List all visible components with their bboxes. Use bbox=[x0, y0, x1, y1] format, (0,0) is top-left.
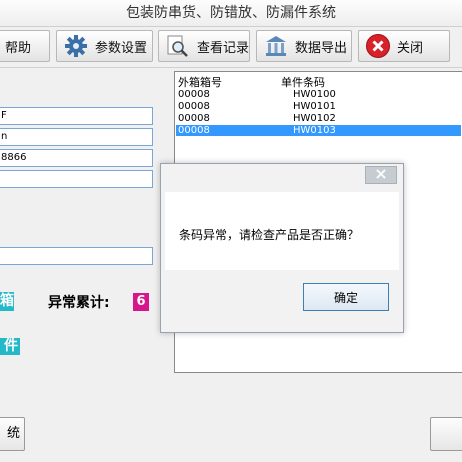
input-field-3[interactable]: 8866 bbox=[0, 149, 153, 167]
close-app-button[interactable]: 关闭 bbox=[358, 30, 450, 62]
input-field-3-value: 8866 bbox=[1, 152, 27, 163]
export-building-icon bbox=[263, 33, 289, 59]
close-app-button-label: 关闭 bbox=[397, 40, 424, 56]
box-count-badge: 箱 bbox=[0, 292, 14, 311]
box-count-badge-text: 箱 bbox=[0, 293, 14, 309]
view-records-button-label: 查看记录 bbox=[196, 40, 249, 56]
abnormal-count-badge: 6 bbox=[133, 293, 149, 311]
dialog-body: 条码异常，请检查产品是否正确？ bbox=[165, 192, 399, 270]
list-cell-outer: 00008 bbox=[178, 101, 210, 112]
column-header-outer-box: 外箱箱号 bbox=[178, 76, 222, 89]
toolbar: 帮助 参数设置 查看记录 数据导出 关闭 bbox=[0, 27, 462, 68]
list-cell-item: HW0101 bbox=[293, 101, 336, 112]
gear-icon bbox=[63, 33, 89, 59]
help-button[interactable]: 帮助 bbox=[0, 30, 50, 62]
list-cell-outer: 00008 bbox=[178, 89, 210, 100]
list-cell-item: HW0103 bbox=[293, 125, 336, 136]
window-title-bar: 包装防串货、防错放、防漏件系统 bbox=[0, 0, 462, 27]
settings-button-label: 参数设置 bbox=[95, 40, 148, 56]
close-circle-icon bbox=[365, 33, 391, 59]
dialog-ok-label: 确定 bbox=[333, 290, 358, 305]
bottom-left-button[interactable]: 统 bbox=[0, 417, 25, 451]
bottom-left-button-label: 统 bbox=[6, 426, 20, 441]
settings-button[interactable]: 参数设置 bbox=[56, 30, 153, 62]
list-cell-item: HW0102 bbox=[293, 113, 336, 124]
input-field-1[interactable]: F bbox=[0, 107, 153, 125]
list-cell-outer: 00008 bbox=[178, 113, 210, 124]
view-records-button[interactable]: 查看记录 bbox=[158, 30, 250, 62]
abnormal-count-value: 6 bbox=[136, 294, 146, 309]
column-header-item-barcode: 单件条码 bbox=[281, 76, 325, 89]
input-field-4[interactable] bbox=[0, 170, 153, 188]
input-field-2-value: n bbox=[1, 131, 8, 142]
abnormal-total-label: 异常累计: bbox=[48, 295, 110, 311]
list-row[interactable]: 00008 HW0102 bbox=[176, 113, 461, 124]
list-cell-outer: 00008 bbox=[178, 125, 210, 136]
pieces-count-badge-text: 件 bbox=[4, 338, 18, 354]
input-field-5[interactable] bbox=[0, 247, 153, 265]
dialog-close-button[interactable] bbox=[365, 166, 397, 184]
input-field-2[interactable]: n bbox=[0, 128, 153, 146]
input-field-1-value: F bbox=[1, 110, 7, 121]
export-button-label: 数据导出 bbox=[295, 40, 348, 56]
help-button-label: 帮助 bbox=[5, 40, 32, 56]
magnifier-icon bbox=[165, 33, 191, 59]
list-row[interactable]: 00008 HW0101 bbox=[176, 101, 461, 112]
export-button[interactable]: 数据导出 bbox=[256, 30, 352, 62]
bottom-right-button[interactable] bbox=[430, 417, 462, 451]
bottom-bar: 统 bbox=[0, 414, 462, 462]
error-dialog: 条码异常，请检查产品是否正确？ 确定 bbox=[160, 163, 404, 333]
list-cell-item: HW0100 bbox=[293, 89, 336, 100]
pieces-count-badge: 件 bbox=[0, 338, 20, 355]
list-row[interactable]: 00008 HW0100 bbox=[176, 89, 461, 100]
dialog-ok-button[interactable]: 确定 bbox=[303, 283, 389, 311]
window-title: 包装防串货、防错放、防漏件系统 bbox=[126, 5, 336, 21]
close-icon bbox=[376, 168, 386, 182]
dialog-message: 条码异常，请检查产品是否正确？ bbox=[179, 228, 360, 242]
list-row-selected[interactable]: 00008 HW0103 bbox=[176, 125, 461, 136]
